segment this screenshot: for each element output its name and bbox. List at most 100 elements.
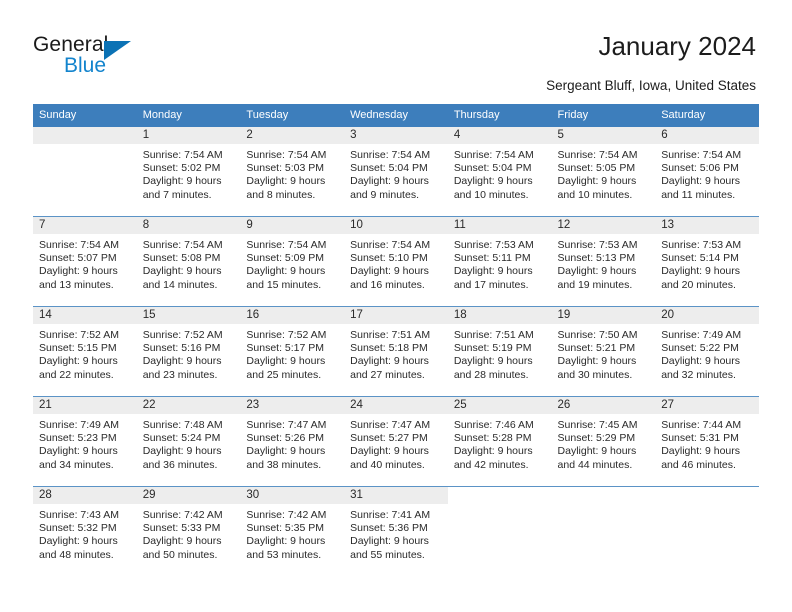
calendar-day-cell[interactable]: 13 Sunrise: 7:53 AM Sunset: 5:14 PM Dayligh… (655, 216, 759, 307)
calendar-day-cell[interactable]: 28 Sunrise: 7:43 AM Sunset: 5:32 PM Dayligh… (33, 486, 137, 576)
calendar-day-cell[interactable]: 10 Sunrise: 7:54 AM Sunset: 5:10 PM Dayligh… (344, 216, 448, 307)
page-title: January 2024 (598, 31, 756, 61)
day-number: 9 (240, 217, 345, 234)
daylight-duration-line2: and 20 minutes. (661, 278, 736, 291)
calendar-page: General Blue January 2024 Sergeant Bluff… (0, 0, 792, 612)
day-number: 19 (551, 307, 656, 324)
day-number: 15 (136, 307, 241, 324)
page-header: General Blue January 2024 Sergeant Bluff… (0, 0, 792, 100)
calendar-day-cell[interactable]: 30 Sunrise: 7:42 AM Sunset: 5:35 PM Dayligh… (240, 486, 345, 576)
day-number: 11 (447, 217, 552, 234)
daylight-duration-line2: and 34 minutes. (39, 458, 114, 471)
sunset-time: Sunset: 5:08 PM (142, 252, 221, 265)
day-sun-info: Sunrise: 7:54 AM Sunset: 5:07 PM Daylight:… (33, 234, 137, 292)
day-number: 17 (344, 307, 448, 324)
weekday-header-monday: Monday (136, 104, 241, 127)
general-blue-logo[interactable]: General Blue (33, 33, 233, 85)
daylight-duration-line1: Daylight: 9 hours (350, 535, 429, 548)
day-number (552, 487, 656, 504)
calendar-day-cell[interactable] (655, 486, 759, 576)
daylight-duration-line1: Daylight: 9 hours (453, 265, 533, 278)
calendar-day-cell[interactable]: 15 Sunrise: 7:52 AM Sunset: 5:16 PM Dayligh… (136, 306, 241, 397)
logo-text-blue: Blue (64, 54, 107, 77)
sunset-time: Sunset: 5:29 PM (557, 432, 636, 445)
sunrise-time: Sunrise: 7:53 AM (661, 239, 742, 251)
calendar-day-cell[interactable]: 19 Sunrise: 7:50 AM Sunset: 5:21 PM Dayligh… (551, 306, 656, 397)
day-number: 8 (136, 217, 241, 234)
calendar-day-cell[interactable]: 12 Sunrise: 7:53 AM Sunset: 5:13 PM Dayligh… (551, 216, 656, 307)
daylight-duration-line2: and 42 minutes. (453, 458, 529, 471)
day-number: 3 (344, 127, 448, 144)
calendar-day-cell[interactable]: 31 Sunrise: 7:41 AM Sunset: 5:36 PM Dayligh… (344, 486, 448, 576)
calendar-day-cell[interactable]: 16 Sunrise: 7:52 AM Sunset: 5:17 PM Dayligh… (240, 306, 345, 397)
calendar-day-cell[interactable]: 26 Sunrise: 7:45 AM Sunset: 5:29 PM Dayligh… (551, 396, 656, 487)
daylight-duration-line2: and 46 minutes. (661, 458, 736, 471)
day-number: 30 (240, 487, 345, 504)
sunset-time: Sunset: 5:24 PM (142, 432, 221, 445)
day-number: 28 (33, 487, 137, 504)
daylight-duration-line2: and 10 minutes. (557, 188, 633, 201)
calendar-day-cell[interactable]: 6 Sunrise: 7:54 AM Sunset: 5:06 PM Daylight… (655, 127, 759, 217)
calendar-day-cell[interactable]: 27 Sunrise: 7:44 AM Sunset: 5:31 PM Dayligh… (655, 396, 759, 487)
sunrise-time: Sunrise: 7:49 AM (661, 329, 742, 341)
calendar-day-cell[interactable]: 3 Sunrise: 7:54 AM Sunset: 5:04 PM Daylight… (344, 127, 448, 217)
sunset-time: Sunset: 5:13 PM (557, 252, 636, 265)
calendar-week-row: 28 Sunrise: 7:43 AM Sunset: 5:32 PM Dayligh… (33, 486, 759, 576)
logo-triangle-icon (104, 41, 131, 60)
day-number: 29 (136, 487, 241, 504)
calendar-day-cell[interactable] (551, 486, 656, 576)
daylight-duration-line2: and 40 minutes. (350, 458, 425, 471)
sunset-time: Sunset: 5:05 PM (557, 162, 636, 175)
sunrise-time: Sunrise: 7:52 AM (246, 329, 327, 341)
calendar-day-cell[interactable]: 4 Sunrise: 7:54 AM Sunset: 5:04 PM Daylight… (447, 127, 552, 217)
calendar-day-cell[interactable]: 7 Sunrise: 7:54 AM Sunset: 5:07 PM Daylight… (33, 216, 137, 307)
calendar-day-cell[interactable]: 23 Sunrise: 7:47 AM Sunset: 5:26 PM Dayligh… (240, 396, 345, 487)
daylight-duration-line1: Daylight: 9 hours (661, 445, 741, 458)
calendar-day-cell[interactable]: 25 Sunrise: 7:46 AM Sunset: 5:28 PM Dayligh… (447, 396, 552, 487)
daylight-duration-line2: and 36 minutes. (142, 458, 218, 471)
calendar-day-cell[interactable]: 24 Sunrise: 7:47 AM Sunset: 5:27 PM Dayligh… (344, 396, 448, 487)
day-number: 21 (33, 397, 137, 414)
sunrise-time: Sunrise: 7:54 AM (142, 149, 223, 161)
calendar-day-cell[interactable]: 18 Sunrise: 7:51 AM Sunset: 5:19 PM Dayligh… (447, 306, 552, 397)
sunrise-time: Sunrise: 7:53 AM (557, 239, 638, 251)
daylight-duration-line2: and 50 minutes. (142, 548, 218, 561)
day-number: 16 (240, 307, 345, 324)
daylight-duration-line1: Daylight: 9 hours (557, 175, 637, 188)
calendar-day-cell[interactable]: 8 Sunrise: 7:54 AM Sunset: 5:08 PM Daylight… (136, 216, 241, 307)
calendar-day-cell[interactable]: 22 Sunrise: 7:48 AM Sunset: 5:24 PM Dayligh… (136, 396, 241, 487)
calendar-day-cell[interactable]: 2 Sunrise: 7:54 AM Sunset: 5:03 PM Daylight… (240, 127, 345, 217)
calendar-day-cell[interactable]: 11 Sunrise: 7:53 AM Sunset: 5:11 PM Dayligh… (447, 216, 552, 307)
calendar-day-cell[interactable]: 5 Sunrise: 7:54 AM Sunset: 5:05 PM Daylight… (551, 127, 656, 217)
calendar-day-cell[interactable]: 14 Sunrise: 7:52 AM Sunset: 5:15 PM Dayligh… (33, 306, 137, 397)
daylight-duration-line2: and 30 minutes. (557, 368, 633, 381)
calendar-day-cell[interactable] (447, 486, 552, 576)
day-number (33, 127, 137, 144)
daylight-duration-line2: and 28 minutes. (453, 368, 529, 381)
daylight-duration-line1: Daylight: 9 hours (453, 175, 533, 188)
day-number: 5 (551, 127, 656, 144)
sunrise-time: Sunrise: 7:54 AM (142, 239, 223, 251)
daylight-duration-line2: and 10 minutes. (453, 188, 529, 201)
sunrise-time: Sunrise: 7:54 AM (39, 239, 119, 251)
day-number: 10 (344, 217, 448, 234)
sunrise-time: Sunrise: 7:51 AM (350, 329, 431, 341)
calendar-day-cell[interactable]: 29 Sunrise: 7:42 AM Sunset: 5:33 PM Dayligh… (136, 486, 241, 576)
day-sun-info: Sunrise: 7:52 AM Sunset: 5:17 PM Daylight:… (240, 324, 344, 382)
sunset-time: Sunset: 5:32 PM (39, 522, 117, 535)
calendar-day-cell[interactable]: 17 Sunrise: 7:51 AM Sunset: 5:18 PM Dayligh… (344, 306, 448, 397)
day-number: 6 (655, 127, 759, 144)
calendar-day-cell[interactable] (33, 127, 137, 217)
daylight-duration-line1: Daylight: 9 hours (246, 535, 326, 548)
daylight-duration-line2: and 19 minutes. (557, 278, 633, 291)
sunrise-time: Sunrise: 7:54 AM (453, 149, 534, 161)
day-sun-info: Sunrise: 7:54 AM Sunset: 5:04 PM Daylight:… (344, 144, 448, 202)
calendar-day-cell[interactable]: 9 Sunrise: 7:54 AM Sunset: 5:09 PM Daylight… (240, 216, 345, 307)
calendar-day-cell[interactable]: 20 Sunrise: 7:49 AM Sunset: 5:22 PM Dayligh… (655, 306, 759, 397)
daylight-duration-line1: Daylight: 9 hours (557, 445, 637, 458)
calendar-day-cell[interactable]: 1 Sunrise: 7:54 AM Sunset: 5:02 PM Daylight… (136, 127, 241, 217)
sunrise-time: Sunrise: 7:52 AM (39, 329, 119, 341)
daylight-duration-line2: and 55 minutes. (350, 548, 425, 561)
calendar-day-cell[interactable]: 21 Sunrise: 7:49 AM Sunset: 5:23 PM Dayligh… (33, 396, 137, 487)
day-sun-info: Sunrise: 7:47 AM Sunset: 5:27 PM Daylight:… (344, 414, 448, 472)
